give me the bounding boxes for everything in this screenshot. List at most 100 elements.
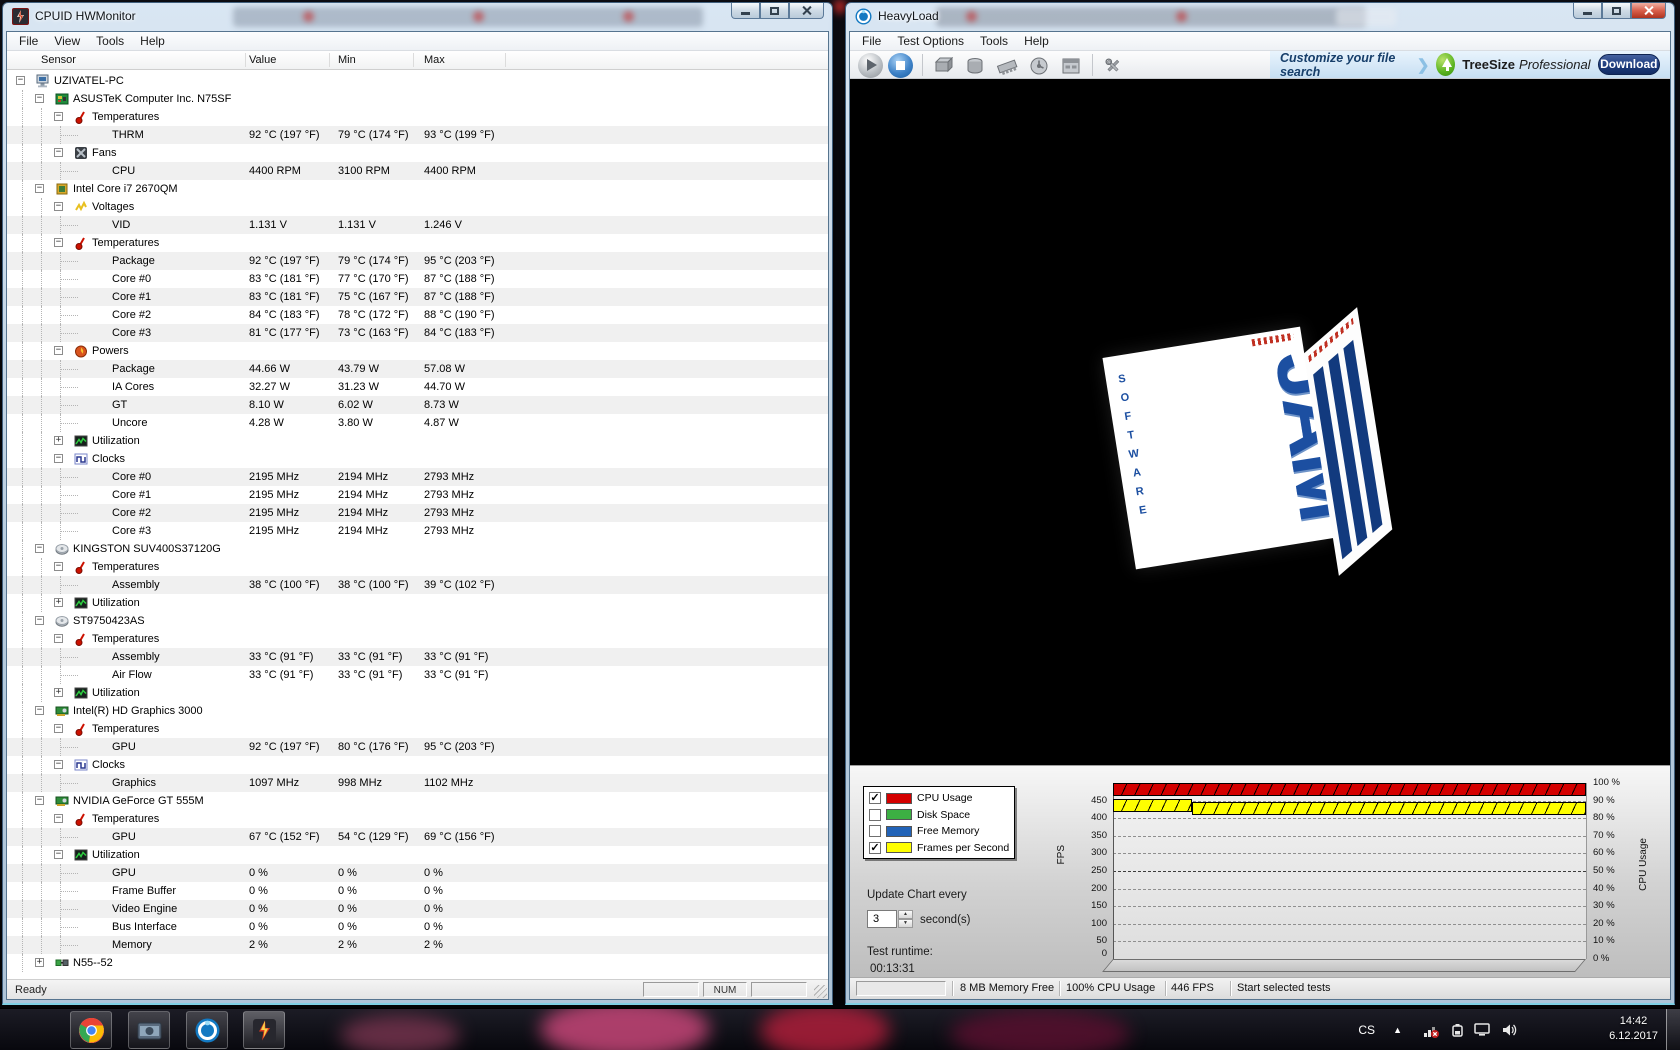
sensor-row-temperatures[interactable]: −Temperatures [7, 720, 828, 738]
hwmonitor-menu-help[interactable]: Help [132, 32, 173, 50]
sensor-row-n55-52[interactable]: +N55--52 [7, 954, 828, 972]
collapse-toggle-icon[interactable]: − [54, 202, 63, 211]
sensor-row-package[interactable]: Package44.66 W43.79 W57.08 W [7, 360, 828, 378]
taskbar-app-hwmonitor[interactable] [243, 1011, 285, 1049]
sensor-row-gpu[interactable]: GPU0 %0 %0 % [7, 864, 828, 882]
sensor-row-nvidia-geforce-gt-555m[interactable]: −NVIDIA GeForce GT 555M [7, 792, 828, 810]
hwmonitor-minimize-button[interactable] [731, 3, 760, 19]
hwmonitor-menu-view[interactable]: View [46, 32, 88, 50]
sensor-row-voltages[interactable]: −Voltages [7, 198, 828, 216]
heavyload-titlebar[interactable]: HeavyLoad [846, 3, 1674, 31]
hwmonitor-close-button[interactable] [789, 3, 824, 19]
start-test-button[interactable] [858, 53, 883, 78]
heavyload-close-button[interactable] [1631, 3, 1666, 19]
expand-toggle-icon[interactable]: + [54, 436, 63, 445]
column-header-min[interactable]: Min [338, 54, 356, 66]
sensor-row-asustek-computer-inc-n75sf[interactable]: −ASUSTeK Computer Inc. N75SF [7, 90, 828, 108]
stress-gpu-button[interactable] [1026, 54, 1052, 77]
collapse-toggle-icon[interactable]: − [35, 94, 44, 103]
sensor-row-graphics[interactable]: Graphics1097 MHz998 MHz1102 MHz [7, 774, 828, 792]
collapse-toggle-icon[interactable]: − [54, 814, 63, 823]
sensor-row-vid[interactable]: VID1.131 V1.131 V1.246 V [7, 216, 828, 234]
collapse-toggle-icon[interactable]: − [35, 616, 44, 625]
sensor-row-utilization[interactable]: +Utilization [7, 432, 828, 450]
collapse-toggle-icon[interactable]: − [54, 112, 63, 121]
sensor-row-package[interactable]: Package92 °C (197 °F)79 °C (174 °F)95 °C… [7, 252, 828, 270]
sensor-row-st9750423as[interactable]: −ST9750423AS [7, 612, 828, 630]
collapse-toggle-icon[interactable]: − [35, 544, 44, 553]
collapse-toggle-icon[interactable]: − [35, 706, 44, 715]
sensor-row-core-1[interactable]: Core #183 °C (181 °F)75 °C (167 °F)87 °C… [7, 288, 828, 306]
heavyload-menu-file[interactable]: File [854, 32, 889, 50]
taskbar-app-heavyload[interactable] [186, 1011, 228, 1049]
sensor-row-temperatures[interactable]: −Temperatures [7, 810, 828, 828]
sensor-row-temperatures[interactable]: −Temperatures [7, 558, 828, 576]
collapse-toggle-icon[interactable]: − [54, 238, 63, 247]
tray-network-icon[interactable] [1422, 1009, 1440, 1050]
sensor-row-utilization[interactable]: −Utilization [7, 846, 828, 864]
hwmonitor-menu-tools[interactable]: Tools [88, 32, 132, 50]
heavyload-menu-test-options[interactable]: Test Options [889, 32, 972, 50]
sensor-row-clocks[interactable]: −Clocks [7, 450, 828, 468]
sensor-row-assembly[interactable]: Assembly33 °C (91 °F)33 °C (91 °F)33 °C … [7, 648, 828, 666]
sensor-row-core-3[interactable]: Core #381 °C (177 °F)73 °C (163 °F)84 °C… [7, 324, 828, 342]
heavyload-menu-tools[interactable]: Tools [972, 32, 1016, 50]
sensor-row-intel-core-i7-2670qm[interactable]: −Intel Core i7 2670QM [7, 180, 828, 198]
collapse-toggle-icon[interactable]: − [54, 454, 63, 463]
heavyload-minimize-button[interactable] [1573, 3, 1602, 19]
collapse-toggle-icon[interactable]: − [54, 634, 63, 643]
sensor-row-temperatures[interactable]: −Temperatures [7, 630, 828, 648]
heavyload-maximize-button[interactable] [1602, 3, 1631, 19]
sensor-row-core-1[interactable]: Core #12195 MHz2194 MHz2793 MHz [7, 486, 828, 504]
sensor-row-bus-interface[interactable]: Bus Interface0 %0 %0 % [7, 918, 828, 936]
treesize-ad-banner[interactable]: Customize your file search ❯ TreeSize Pr… [1270, 51, 1670, 78]
heavyload-menu-help[interactable]: Help [1016, 32, 1057, 50]
collapse-toggle-icon[interactable]: − [35, 184, 44, 193]
sensor-row-air-flow[interactable]: Air Flow33 °C (91 °F)33 °C (91 °F)33 °C … [7, 666, 828, 684]
sensor-row-uzivatel-pc[interactable]: −UZIVATEL-PC [7, 72, 828, 90]
expand-toggle-icon[interactable]: + [35, 958, 44, 967]
taskbar-clock[interactable]: 14:42 6.12.2017 [1609, 1014, 1658, 1044]
sensor-row-uncore[interactable]: Uncore4.28 W3.80 W4.87 W [7, 414, 828, 432]
column-header-value[interactable]: Value [249, 54, 276, 66]
column-header-sensor[interactable]: Sensor [41, 54, 76, 66]
collapse-toggle-icon[interactable]: − [54, 148, 63, 157]
expand-toggle-icon[interactable]: + [54, 688, 63, 697]
sensor-row-powers[interactable]: −Powers [7, 342, 828, 360]
collapse-toggle-icon[interactable]: − [54, 760, 63, 769]
sensor-row-temperatures[interactable]: −Temperatures [7, 234, 828, 252]
taskbar-app-chrome[interactable] [70, 1011, 112, 1049]
sensor-row-cpu[interactable]: CPU4400 RPM3100 RPM4400 RPM [7, 162, 828, 180]
test-window-button[interactable] [1058, 54, 1084, 77]
resize-grip[interactable] [814, 985, 827, 998]
tray-volume-icon[interactable] [1501, 1009, 1518, 1050]
stress-memory-button[interactable] [994, 54, 1020, 77]
tray-show-hidden-icons[interactable]: ▲ [1393, 1009, 1402, 1050]
settings-wrench-button[interactable] [1100, 54, 1126, 77]
column-divider[interactable] [329, 53, 330, 67]
taskbar-app-file-manager[interactable] [128, 1011, 170, 1049]
sensor-row-ia-cores[interactable]: IA Cores32.27 W31.23 W44.70 W [7, 378, 828, 396]
sensor-row-utilization[interactable]: +Utilization [7, 684, 828, 702]
sensor-row-frame-buffer[interactable]: Frame Buffer0 %0 %0 % [7, 882, 828, 900]
sensor-row-gpu[interactable]: GPU67 °C (152 °F)54 °C (129 °F)69 °C (15… [7, 828, 828, 846]
sensor-row-core-2[interactable]: Core #22195 MHz2194 MHz2793 MHz [7, 504, 828, 522]
sensor-row-core-0[interactable]: Core #02195 MHz2194 MHz2793 MHz [7, 468, 828, 486]
sensor-row-temperatures[interactable]: −Temperatures [7, 108, 828, 126]
stop-test-button[interactable] [888, 53, 913, 78]
column-divider[interactable] [413, 53, 414, 67]
tray-display-icon[interactable] [1474, 1009, 1492, 1050]
sensor-row-core-3[interactable]: Core #32195 MHz2194 MHz2793 MHz [7, 522, 828, 540]
collapse-toggle-icon[interactable]: − [54, 724, 63, 733]
hwmonitor-sensor-tree[interactable]: −UZIVATEL-PC−ASUSTeK Computer Inc. N75SF… [7, 70, 828, 979]
sensor-row-core-2[interactable]: Core #284 °C (183 °F)78 °C (172 °F)88 °C… [7, 306, 828, 324]
collapse-toggle-icon[interactable]: − [16, 76, 25, 85]
hwmonitor-menu-file[interactable]: File [11, 32, 46, 50]
sensor-row-memory[interactable]: Memory2 %2 %2 % [7, 936, 828, 954]
sensor-row-fans[interactable]: −Fans [7, 144, 828, 162]
sensor-row-intel-r-hd-graphics-3000[interactable]: −Intel(R) HD Graphics 3000 [7, 702, 828, 720]
collapse-toggle-icon[interactable]: − [54, 850, 63, 859]
collapse-toggle-icon[interactable]: − [54, 562, 63, 571]
collapse-toggle-icon[interactable]: − [35, 796, 44, 805]
sensor-row-gt[interactable]: GT8.10 W6.02 W8.73 W [7, 396, 828, 414]
